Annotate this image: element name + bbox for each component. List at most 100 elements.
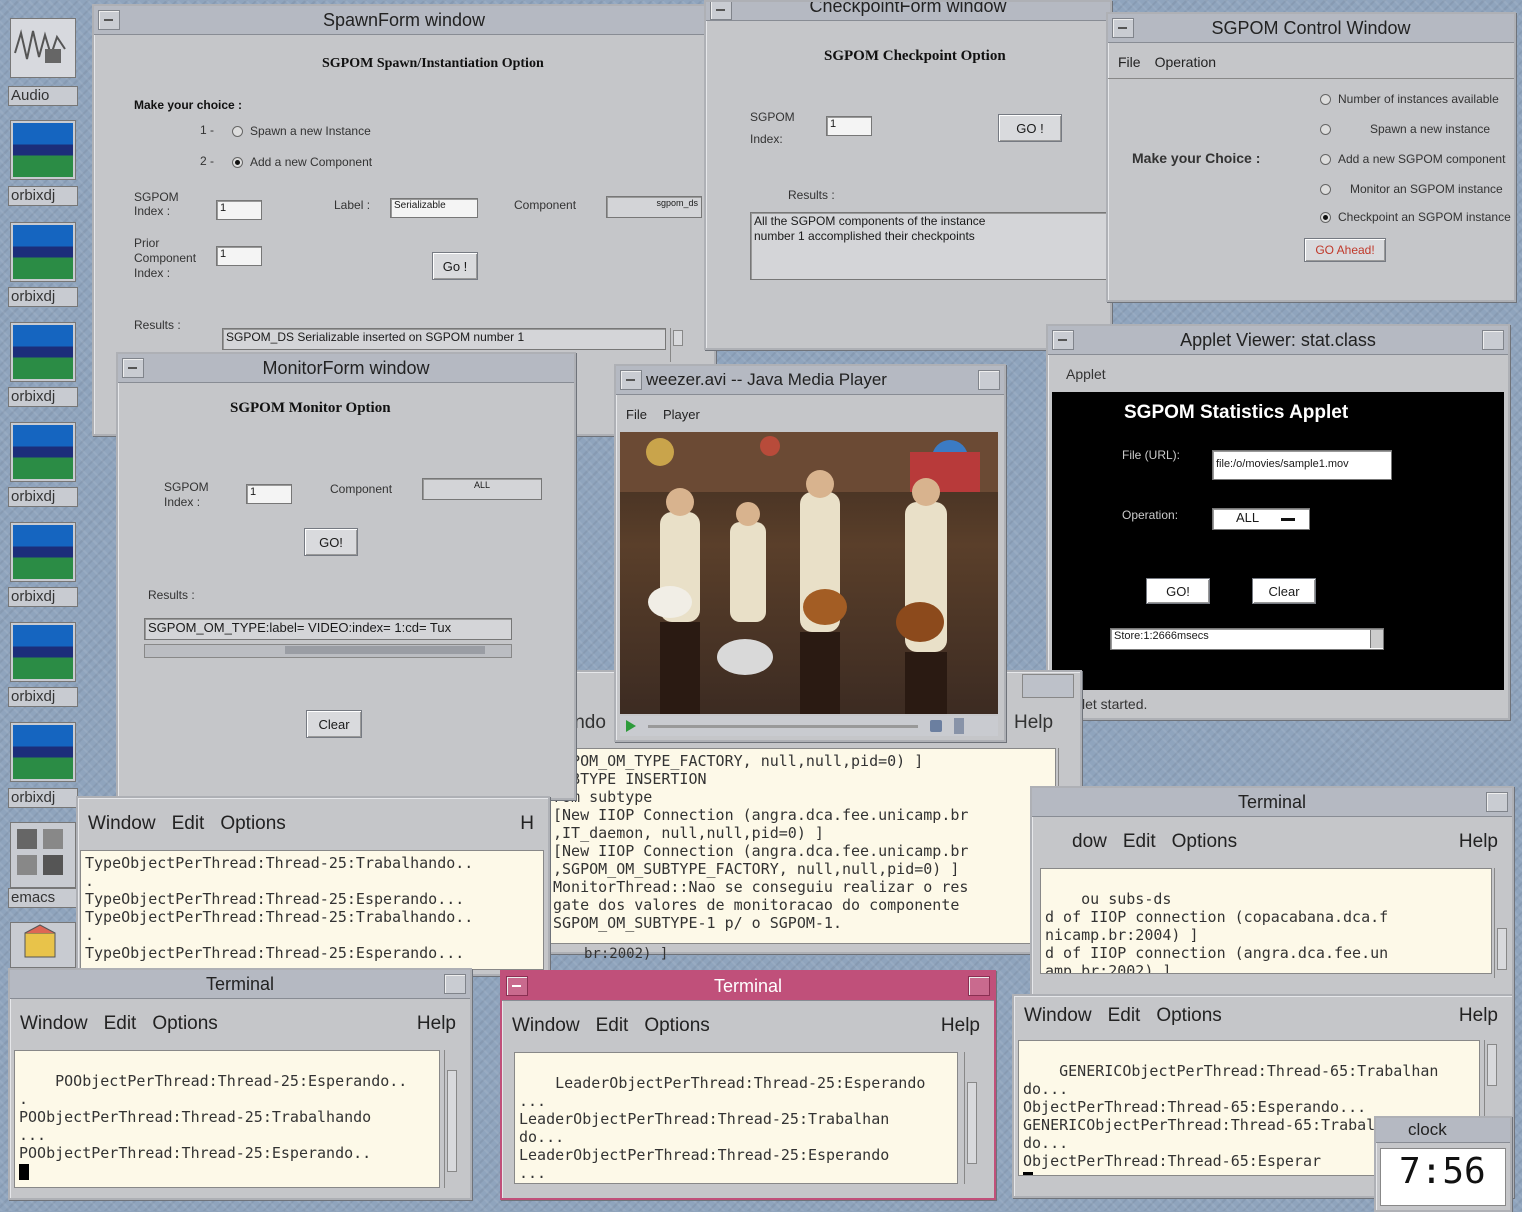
desktop-icon-label[interactable]: orbixdj [8,788,78,808]
menu-edit[interactable]: Edit [1108,1005,1141,1027]
go-button[interactable]: GO ! [998,114,1062,142]
terminal-screen-icon[interactable] [10,722,76,782]
menu-edit[interactable]: Edit [172,813,205,835]
maximize-button[interactable] [978,370,1000,390]
checkpoint-radio[interactable] [1320,212,1331,223]
window-menu-button[interactable] [1112,18,1134,38]
menu-edit[interactable]: Edit [1123,831,1156,853]
menu-options[interactable]: Options [644,1015,709,1037]
maximize-button[interactable] [1486,792,1508,812]
window-titlebar[interactable]: clock [1376,1118,1510,1143]
menu-help[interactable]: Help [941,1015,980,1037]
clear-button[interactable]: Clear [306,710,362,738]
window-titlebar[interactable]: Terminal [10,970,470,999]
window-menu-button[interactable] [710,2,732,20]
maximize-button[interactable] [444,974,466,994]
maximize-button[interactable] [1482,330,1504,350]
terminal-screen-icon[interactable] [10,522,76,582]
menu-applet[interactable]: Applet [1066,366,1106,382]
window-menu-button[interactable] [1052,330,1074,350]
terminal-scrollbar[interactable] [444,1050,459,1188]
desktop-icon-label[interactable]: orbixdj [8,587,78,607]
window-menu-button[interactable] [98,10,120,30]
menu-help[interactable]: Help [417,1013,456,1035]
menu-window[interactable]: Window [1024,1005,1092,1027]
window-titlebar[interactable]: Terminal [1032,788,1512,817]
menu-window[interactable]: Window [88,813,156,835]
label-select[interactable]: Serializable [390,198,478,218]
clear-button[interactable]: Clear [1252,578,1316,604]
desktop-icon-label[interactable]: Audio [8,86,78,106]
terminal-screen-icon[interactable] [10,322,76,382]
menu-file[interactable]: File [1118,54,1141,70]
play-icon[interactable] [626,720,636,732]
component-select[interactable]: ALL [422,478,542,500]
menu-help[interactable]: Help [1459,831,1498,853]
add-component-radio[interactable] [232,157,243,168]
menu-options[interactable]: Options [220,813,285,835]
menu-edit[interactable]: Edit [104,1013,137,1035]
option-radio[interactable] [1320,124,1331,135]
menu-player[interactable]: Player [663,407,700,422]
menu-help[interactable]: H [520,813,534,835]
option-radio[interactable] [1320,184,1331,195]
terminal-scrollbar[interactable] [1494,868,1509,978]
menu-help[interactable]: Help [1459,1005,1498,1027]
desktop-icon-label[interactable]: emacs [8,888,78,908]
window-titlebar[interactable]: CheckpointForm window [706,2,1110,21]
rate-icon[interactable] [954,718,964,734]
results-horizontal-scrollbar[interactable] [144,644,512,658]
terminal-screen-icon[interactable] [10,222,76,282]
window-menu-button[interactable] [506,976,528,996]
go-button[interactable]: GO! [304,528,358,556]
prior-index-field[interactable]: 1 [216,246,262,266]
desktop-icon-label[interactable]: orbixdj [8,487,78,507]
window-menu-button[interactable] [620,370,642,390]
menu-options[interactable]: Options [152,1013,217,1035]
go-button[interactable]: Go ! [432,252,478,280]
window-titlebar[interactable]: Applet Viewer: stat.class [1048,326,1508,355]
window-titlebar[interactable]: MonitorForm window [118,354,574,383]
volume-icon[interactable] [930,720,942,732]
index-field[interactable]: 1 [826,116,872,136]
result-scroll-button[interactable] [1370,630,1383,648]
file-url-field[interactable]: file:/o/movies/sample1.mov [1212,450,1392,480]
window-titlebar[interactable]: weezer.avi -- Java Media Player [616,366,1004,395]
menu-file[interactable]: File [626,407,647,422]
desktop-icon-label[interactable]: orbixdj [8,387,78,407]
option-radio[interactable] [1320,94,1331,105]
menu-options[interactable]: Options [1156,1005,1221,1027]
window-titlebar[interactable]: SpawnForm window [94,6,714,35]
audio-waveform-icon[interactable] [10,18,76,78]
index-field[interactable]: 1 [216,200,262,220]
menu-window[interactable]: Window [512,1015,580,1037]
window-titlebar[interactable]: Terminal [502,972,994,1001]
spawn-instance-radio[interactable] [232,126,243,137]
menu-edit[interactable]: Edit [596,1015,629,1037]
menu-window[interactable]: dow [1072,831,1107,853]
desktop-icon-label[interactable]: orbixdj [8,186,78,206]
terminal-screen-icon[interactable] [10,120,76,180]
terminal-screen-icon[interactable] [10,422,76,482]
menu-operation[interactable]: Operation [1155,54,1216,70]
component-select[interactable]: sgpom_ds [606,196,702,218]
go-button[interactable]: GO! [1146,578,1210,604]
mailbox-icon[interactable] [10,922,76,968]
menu-help[interactable]: Help [1014,712,1053,734]
window-menu-button[interactable] [122,358,144,378]
terminal-scrollbar[interactable] [964,1052,979,1184]
desktop-icon-label[interactable]: orbixdj [8,687,78,707]
terminal-screen-icon[interactable] [10,622,76,682]
emacs-icon[interactable] [10,822,76,888]
menu-window[interactable]: Window [20,1013,88,1035]
operation-select[interactable]: ALL [1212,508,1310,530]
window-titlebar[interactable]: SGPOM Control Window [1108,14,1514,43]
results-scrollbar[interactable] [670,328,685,362]
progress-slider[interactable] [648,725,918,728]
menu-options[interactable]: Options [1172,831,1237,853]
desktop-icon-label[interactable]: orbixdj [8,287,78,307]
go-ahead-button[interactable]: GO Ahead! [1304,238,1386,262]
index-field[interactable]: 1 [246,484,292,504]
maximize-button[interactable] [968,976,990,996]
option-radio[interactable] [1320,154,1331,165]
